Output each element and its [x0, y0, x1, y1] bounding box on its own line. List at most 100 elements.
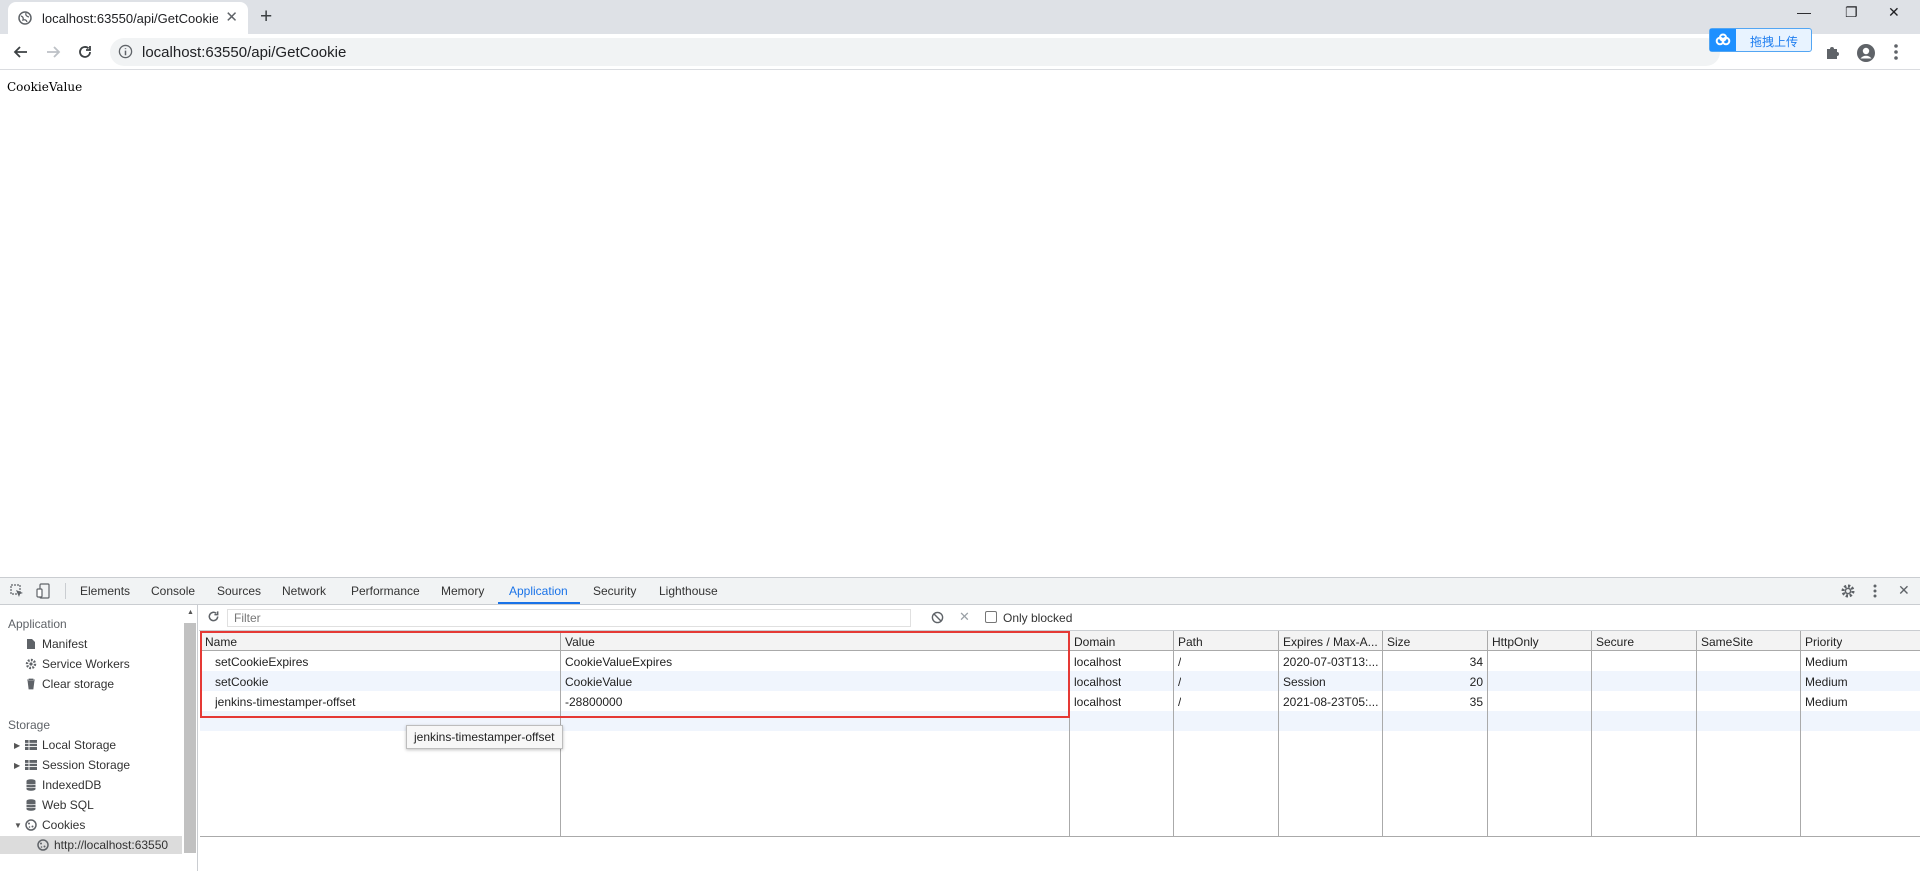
header-expires[interactable]: Expires / Max-A...: [1283, 635, 1381, 649]
sidebar-item-label: Clear storage: [42, 677, 115, 691]
cell-domain[interactable]: localhost: [1074, 675, 1121, 689]
grid-icon: [24, 738, 38, 752]
clear-all-icon[interactable]: [931, 611, 944, 627]
header-priority[interactable]: Priority: [1805, 635, 1842, 649]
sidebar-item-cookies[interactable]: ▼ Cookies: [14, 816, 85, 834]
toolbar-divider: [65, 583, 66, 599]
cell-path[interactable]: /: [1178, 675, 1181, 689]
cell-tooltip: jenkins-timestamper-offset: [406, 725, 563, 749]
sidebar-section-storage: Storage: [8, 718, 51, 732]
cell-priority[interactable]: Medium: [1805, 695, 1848, 709]
sidebar-item-label: Manifest: [42, 637, 88, 651]
cell-priority[interactable]: Medium: [1805, 675, 1848, 689]
cell-path[interactable]: /: [1178, 695, 1181, 709]
grid-icon: [24, 758, 38, 772]
sidebar-item-cookies-origin[interactable]: http://localhost:63550: [0, 836, 182, 854]
sidebar-item-label: Session Storage: [42, 758, 131, 772]
header-size[interactable]: Size: [1387, 635, 1410, 649]
sidebar-item-indexeddb[interactable]: IndexedDB: [24, 776, 101, 794]
sidebar-item-manifest[interactable]: Manifest: [24, 635, 87, 653]
cell-size[interactable]: 35: [1387, 695, 1483, 709]
restore-icon[interactable]: ❐: [1845, 4, 1858, 21]
scroll-up-icon[interactable]: ▲: [187, 609, 194, 616]
devtools-tab-bar: Elements Console Sources Network Perform…: [0, 578, 1920, 605]
device-toolbar-icon[interactable]: [36, 583, 50, 602]
sidebar-item-service-workers[interactable]: Service Workers: [24, 655, 130, 673]
highlight-box: [200, 631, 1070, 718]
cell-size[interactable]: 34: [1387, 655, 1483, 669]
column-path: [1174, 631, 1279, 837]
column-secure: [1592, 631, 1697, 837]
expand-arrow-icon[interactable]: ▶: [14, 761, 24, 770]
close-devtools-icon[interactable]: ✕: [1898, 582, 1910, 599]
inspect-element-icon[interactable]: [10, 584, 24, 601]
tab-elements[interactable]: Elements: [80, 584, 130, 598]
header-path[interactable]: Path: [1178, 635, 1203, 649]
sidebar-item-label: Cookies: [42, 818, 86, 832]
cell-expires[interactable]: Session: [1283, 675, 1326, 689]
cell-path[interactable]: /: [1178, 655, 1181, 669]
kebab-menu-icon[interactable]: [1893, 43, 1899, 64]
tab-performance[interactable]: Performance: [351, 584, 420, 598]
tab-application[interactable]: Application: [509, 584, 568, 598]
cell-domain[interactable]: localhost: [1074, 695, 1121, 709]
column-httponly: [1488, 631, 1592, 837]
profile-icon[interactable]: [1856, 43, 1876, 66]
cloud-icon: [1710, 29, 1736, 51]
cell-expires[interactable]: 2020-07-03T13:...: [1283, 655, 1378, 669]
header-domain[interactable]: Domain: [1074, 635, 1115, 649]
application-sidebar: ▲ Application Manifest Service Workers C…: [0, 605, 198, 871]
file-icon: [24, 637, 38, 651]
tab-network[interactable]: Network: [282, 584, 326, 598]
puzzle-icon[interactable]: [1824, 43, 1842, 64]
cell-priority[interactable]: Medium: [1805, 655, 1848, 669]
column-samesite: [1697, 631, 1801, 837]
forward-button[interactable]: [42, 41, 64, 63]
header-httponly[interactable]: HttpOnly: [1492, 635, 1539, 649]
refresh-icon[interactable]: [207, 610, 220, 626]
back-button[interactable]: [10, 41, 32, 63]
header-samesite[interactable]: SameSite: [1701, 635, 1753, 649]
cell-expires[interactable]: 2021-08-23T05:...: [1283, 695, 1378, 709]
database-icon: [24, 798, 38, 812]
close-tab-icon[interactable]: ✕: [225, 10, 238, 26]
address-bar[interactable]: localhost:63550/api/GetCookie: [110, 38, 1720, 66]
tab-console[interactable]: Console: [151, 584, 195, 598]
header-secure[interactable]: Secure: [1596, 635, 1634, 649]
sidebar-item-web-sql[interactable]: Web SQL: [24, 796, 94, 814]
settings-gear-icon[interactable]: [1840, 583, 1856, 602]
collapse-arrow-icon[interactable]: ▼: [14, 821, 24, 830]
cookie-filter-bar: ✕ Only blocked: [199, 605, 1920, 631]
delete-selected-icon[interactable]: ✕: [959, 609, 970, 625]
cell-size[interactable]: 20: [1387, 675, 1483, 689]
devtools-menu-icon[interactable]: [1872, 583, 1878, 602]
url-text: localhost:63550/api/GetCookie: [142, 44, 347, 61]
sidebar-item-clear-storage[interactable]: Clear storage: [24, 675, 114, 693]
new-tab-button[interactable]: +: [260, 6, 272, 28]
tab-memory[interactable]: Memory: [441, 584, 484, 598]
sidebar-item-local-storage[interactable]: ▶ Local Storage: [14, 736, 116, 754]
info-icon[interactable]: [118, 44, 133, 62]
filter-input[interactable]: [227, 609, 911, 627]
sidebar-item-label: IndexedDB: [42, 778, 102, 792]
sidebar-item-label: http://localhost:63550: [54, 838, 169, 852]
database-icon: [24, 778, 38, 792]
browser-tab[interactable]: localhost:63550/api/GetCookie ✕: [8, 2, 248, 34]
response-body: CookieValue: [7, 80, 83, 94]
tab-security[interactable]: Security: [593, 584, 636, 598]
reload-button[interactable]: [74, 41, 96, 63]
tab-lighthouse[interactable]: Lighthouse: [659, 584, 718, 598]
close-window-icon[interactable]: ✕: [1888, 4, 1900, 21]
only-blocked-checkbox[interactable]: [985, 611, 997, 623]
sidebar-item-label: Local Storage: [42, 738, 117, 752]
arrow-left-icon: [13, 46, 27, 58]
upload-extension-badge[interactable]: 拖拽上传: [1709, 28, 1812, 52]
sidebar-section-application: Application: [8, 617, 67, 631]
expand-arrow-icon[interactable]: ▶: [14, 741, 24, 750]
sidebar-item-label: Service Workers: [42, 657, 130, 671]
minimize-icon[interactable]: —: [1797, 4, 1811, 20]
sidebar-scrollbar[interactable]: [184, 623, 196, 853]
sidebar-item-session-storage[interactable]: ▶ Session Storage: [14, 756, 130, 774]
cell-domain[interactable]: localhost: [1074, 655, 1121, 669]
tab-sources[interactable]: Sources: [217, 584, 261, 598]
